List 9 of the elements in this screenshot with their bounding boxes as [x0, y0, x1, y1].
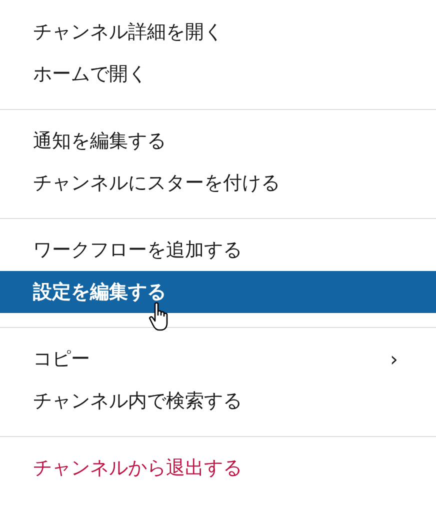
menu-item[interactable]: ワークフローを追加する	[0, 229, 436, 271]
menu-item[interactable]: チャンネルにスターを付ける	[0, 162, 436, 204]
menu-item[interactable]: チャンネル内で検索する	[0, 380, 436, 422]
menu-item[interactable]: チャンネル詳細を開く	[0, 11, 436, 53]
menu-item[interactable]: ホームで開く	[0, 53, 436, 95]
menu-item[interactable]: 設定を編集する	[0, 271, 436, 313]
menu-item[interactable]: コピー ›	[0, 338, 436, 380]
menu-item[interactable]: 通知を編集する	[0, 120, 436, 162]
menu-item[interactable]: チャンネルから退出する	[0, 447, 436, 489]
